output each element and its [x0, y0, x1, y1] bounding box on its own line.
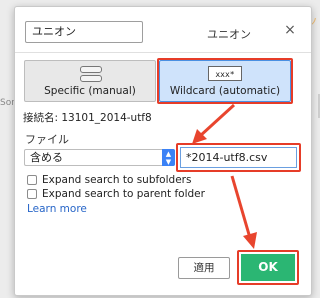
pattern-input-highlight [176, 143, 301, 172]
specific-manual-label: Specific (manual) [44, 85, 136, 97]
dialog-title: ユニオン [207, 28, 251, 41]
expand-parent-label: Expand search to parent folder [42, 187, 205, 200]
union-name-input[interactable]: ユニオン [25, 21, 143, 43]
ok-button-highlight [237, 250, 299, 285]
expand-subfolders-label: Expand search to subfolders [42, 173, 192, 186]
expand-subfolders-checkbox[interactable] [27, 174, 37, 185]
wildcard-tab-highlight [157, 58, 293, 104]
union-dialog: ユニオン ユニオン × Specific (manual) xxx* Wildc… [14, 6, 312, 296]
files-section-label: ファイル [25, 133, 69, 146]
file-list-icon [80, 66, 102, 82]
close-icon[interactable]: × [283, 23, 297, 37]
specific-manual-tab[interactable]: Specific (manual) [24, 60, 156, 102]
chevron-updown-icon: ▲ ▼ [162, 149, 175, 166]
expand-subfolders-option[interactable]: Expand search to subfolders [27, 173, 191, 186]
header-divider [15, 52, 311, 53]
apply-button[interactable]: 適用 [178, 257, 230, 279]
learn-more-link[interactable]: Learn more [27, 203, 87, 215]
connection-name: 接続名: 13101_2014-utf8 [23, 112, 152, 124]
include-exclude-select[interactable]: 含める ▲ ▼ [24, 149, 175, 166]
include-select-value: 含める [30, 151, 63, 164]
expand-parent-checkbox[interactable] [27, 188, 37, 199]
expand-parent-option[interactable]: Expand search to parent folder [27, 187, 205, 200]
